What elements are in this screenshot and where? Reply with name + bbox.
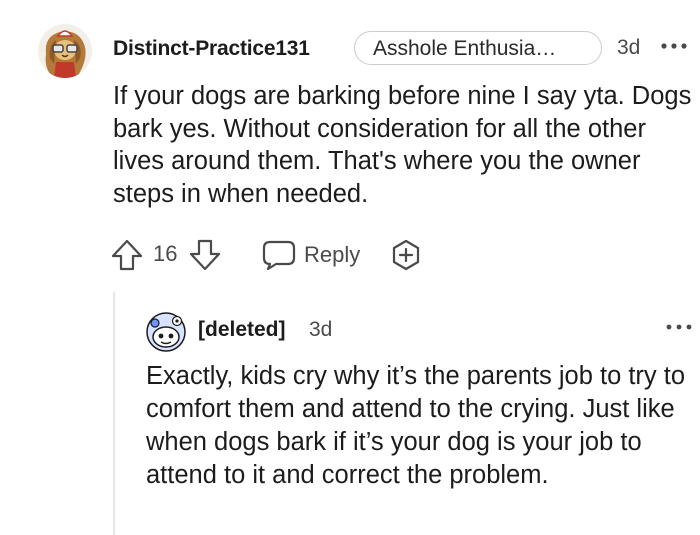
arrow-up-icon bbox=[111, 239, 143, 271]
downvote-button[interactable] bbox=[188, 238, 222, 272]
user-flair-badge: Asshole Enthusia… bbox=[354, 31, 602, 65]
user-avatar-icon bbox=[38, 24, 92, 78]
username[interactable]: Distinct-Practice131 bbox=[113, 37, 310, 61]
upvote-button[interactable] bbox=[110, 238, 144, 272]
thread-line[interactable] bbox=[113, 292, 115, 535]
username[interactable]: [deleted] bbox=[198, 318, 286, 342]
comment-body: If your dogs are barking before nine I s… bbox=[113, 82, 692, 208]
comment-age: 3d bbox=[309, 318, 333, 341]
speech-bubble-icon bbox=[262, 240, 296, 271]
avatar[interactable] bbox=[38, 24, 92, 78]
award-plus-icon bbox=[392, 239, 420, 271]
arrow-down-icon bbox=[189, 239, 221, 271]
vote-score: 16 bbox=[153, 241, 178, 266]
ellipsis-icon bbox=[661, 43, 687, 49]
snoo-avatar-icon bbox=[146, 312, 186, 352]
ellipsis-icon bbox=[666, 324, 692, 330]
reply-label: Reply bbox=[304, 242, 361, 267]
award-button[interactable] bbox=[390, 239, 422, 271]
more-options-button[interactable] bbox=[664, 320, 694, 334]
reply-button[interactable]: Reply bbox=[262, 238, 360, 272]
more-options-button[interactable] bbox=[658, 36, 692, 56]
comment-age: 3d bbox=[617, 36, 641, 59]
avatar[interactable] bbox=[146, 312, 186, 352]
comment-body: Exactly, kids cry why it’s the parents j… bbox=[146, 362, 686, 489]
